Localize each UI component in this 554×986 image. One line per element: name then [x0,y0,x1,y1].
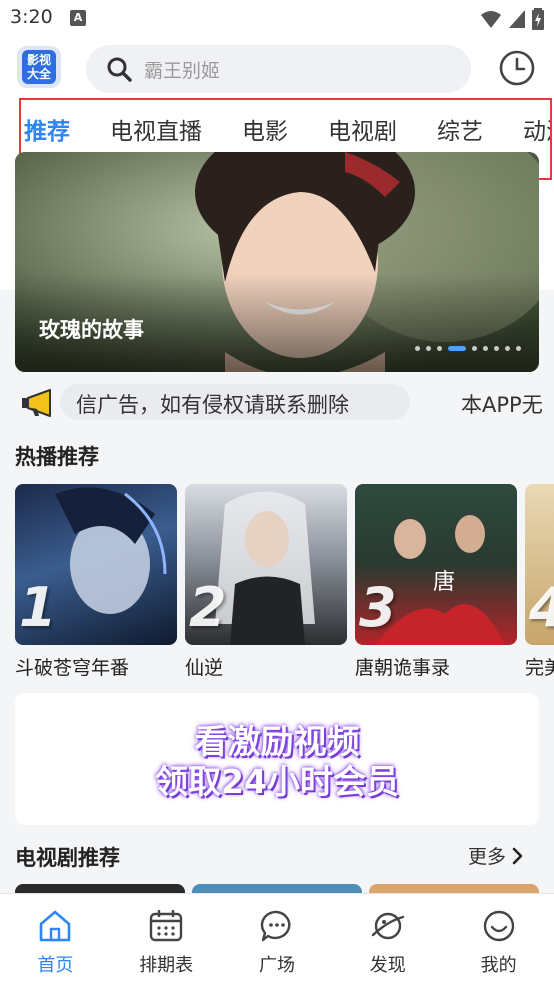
logo-line-2: 大全 [26,67,51,81]
rank-number: 3 [359,576,397,639]
tv-section-title: 电视剧推荐 [15,846,120,870]
reward-video-banner[interactable]: 看激励视频 领取24小时会员 [15,693,539,825]
nav-mine[interactable]: 我的 [443,894,554,986]
rank-number: 4 [529,576,554,639]
poster-image: 1 [15,484,177,645]
search-placeholder: 霸王别姬 [144,59,221,82]
tab-tv-series[interactable]: 电视剧 [328,112,397,146]
logo-line-1: 影视 [26,53,51,67]
nav-square[interactable]: 广场 [222,894,333,986]
nav-label: 首页 [37,955,74,976]
promo-line-2: 领取24小时会员 [155,762,399,801]
hot-item[interactable]: 1 斗破苍穹年番 [15,484,177,680]
chevron-right-icon [512,847,523,864]
more-label: 更多 [468,846,507,868]
pager-dot[interactable] [415,346,420,351]
pager-dot[interactable] [426,346,431,351]
notice-text: 信广告，如有侵权请联系删除 [76,393,349,417]
status-bar: 3:20 A [0,0,554,38]
status-icons [480,8,544,30]
hot-item[interactable]: 4 完美 [525,484,554,680]
hot-list: 1 斗破苍穹年番 2 仙逆 唐 3 唐朝诡事录 完美 [15,484,554,684]
app-logo-mark: 影视 大全 [22,50,56,84]
nav-label: 排期表 [139,955,194,976]
notice-bar[interactable]: 信广告，如有侵权请联系删除 本APP无 [0,380,554,426]
signal-icon [509,10,525,28]
poster-image: 唐 3 [355,484,517,645]
megaphone-icon [22,389,51,417]
calendar-icon [149,910,183,942]
rank-number: 2 [189,576,227,639]
app-logo: 影视 大全 [17,46,61,88]
pager-dot[interactable] [483,346,488,351]
clock-icon[interactable] [497,48,537,88]
status-time: 3:20 [10,6,53,28]
tab-tv-live[interactable]: 电视直播 [110,112,202,146]
tab-strip: 推荐 电视直播 电影 电视剧 综艺 动漫 [24,112,550,146]
nav-home[interactable]: 首页 [0,894,111,986]
notification-icon: A [70,10,86,26]
tab-anime[interactable]: 动漫 [523,112,550,146]
nav-label: 广场 [258,955,295,976]
poster-image: 2 [185,484,347,645]
wifi-icon [481,11,501,28]
hot-section-title: 热播推荐 [15,445,99,469]
more-link[interactable]: 更多 [468,842,524,869]
nav-schedule[interactable]: 排期表 [111,894,222,986]
pager-dot[interactable] [505,346,510,351]
smile-icon [483,910,514,942]
hero-banner[interactable]: 玫瑰的故事 [15,152,539,372]
hot-item-title: 唐朝诡事录 [355,657,451,679]
pager-dot-active[interactable] [448,346,466,351]
home-icon [40,910,71,942]
nav-label: 发现 [369,955,406,976]
hot-item-title: 斗破苍穹年番 [15,657,130,679]
hot-item-title: 完美 [525,657,554,679]
bottom-nav: 首页 排期表 广场 发现 我的 [0,893,554,986]
tab-recommend[interactable]: 推荐 [24,112,70,146]
search-icon [107,57,132,82]
chat-icon [260,910,291,942]
battery-icon [532,8,544,30]
hot-item-title: 仙逆 [185,657,224,679]
hot-item[interactable]: 唐 3 唐朝诡事录 [355,484,517,680]
nav-label: 我的 [480,955,517,976]
banner-title: 玫瑰的故事 [39,318,144,342]
nav-discover[interactable]: 发现 [332,894,443,986]
tab-movies[interactable]: 电影 [242,112,288,146]
tab-variety[interactable]: 综艺 [437,112,483,146]
svg-text:唐: 唐 [433,570,455,595]
notice-text-continued: 本APP无 [461,393,543,417]
planet-icon [371,912,404,940]
pager-dot[interactable] [437,346,442,351]
banner-pagination [415,346,521,351]
rank-number: 1 [19,576,57,639]
pager-dot[interactable] [472,346,477,351]
hot-item[interactable]: 2 仙逆 [185,484,347,680]
pager-dot[interactable] [516,346,521,351]
search-input[interactable]: 霸王别姬 [86,45,471,93]
poster-image: 4 [525,484,554,645]
pager-dot[interactable] [494,346,499,351]
app-page: 3:20 A 影视 大全 霸王别姬 推荐 电视直播 电影 电视剧 综艺 动 玫瑰… [0,0,554,986]
